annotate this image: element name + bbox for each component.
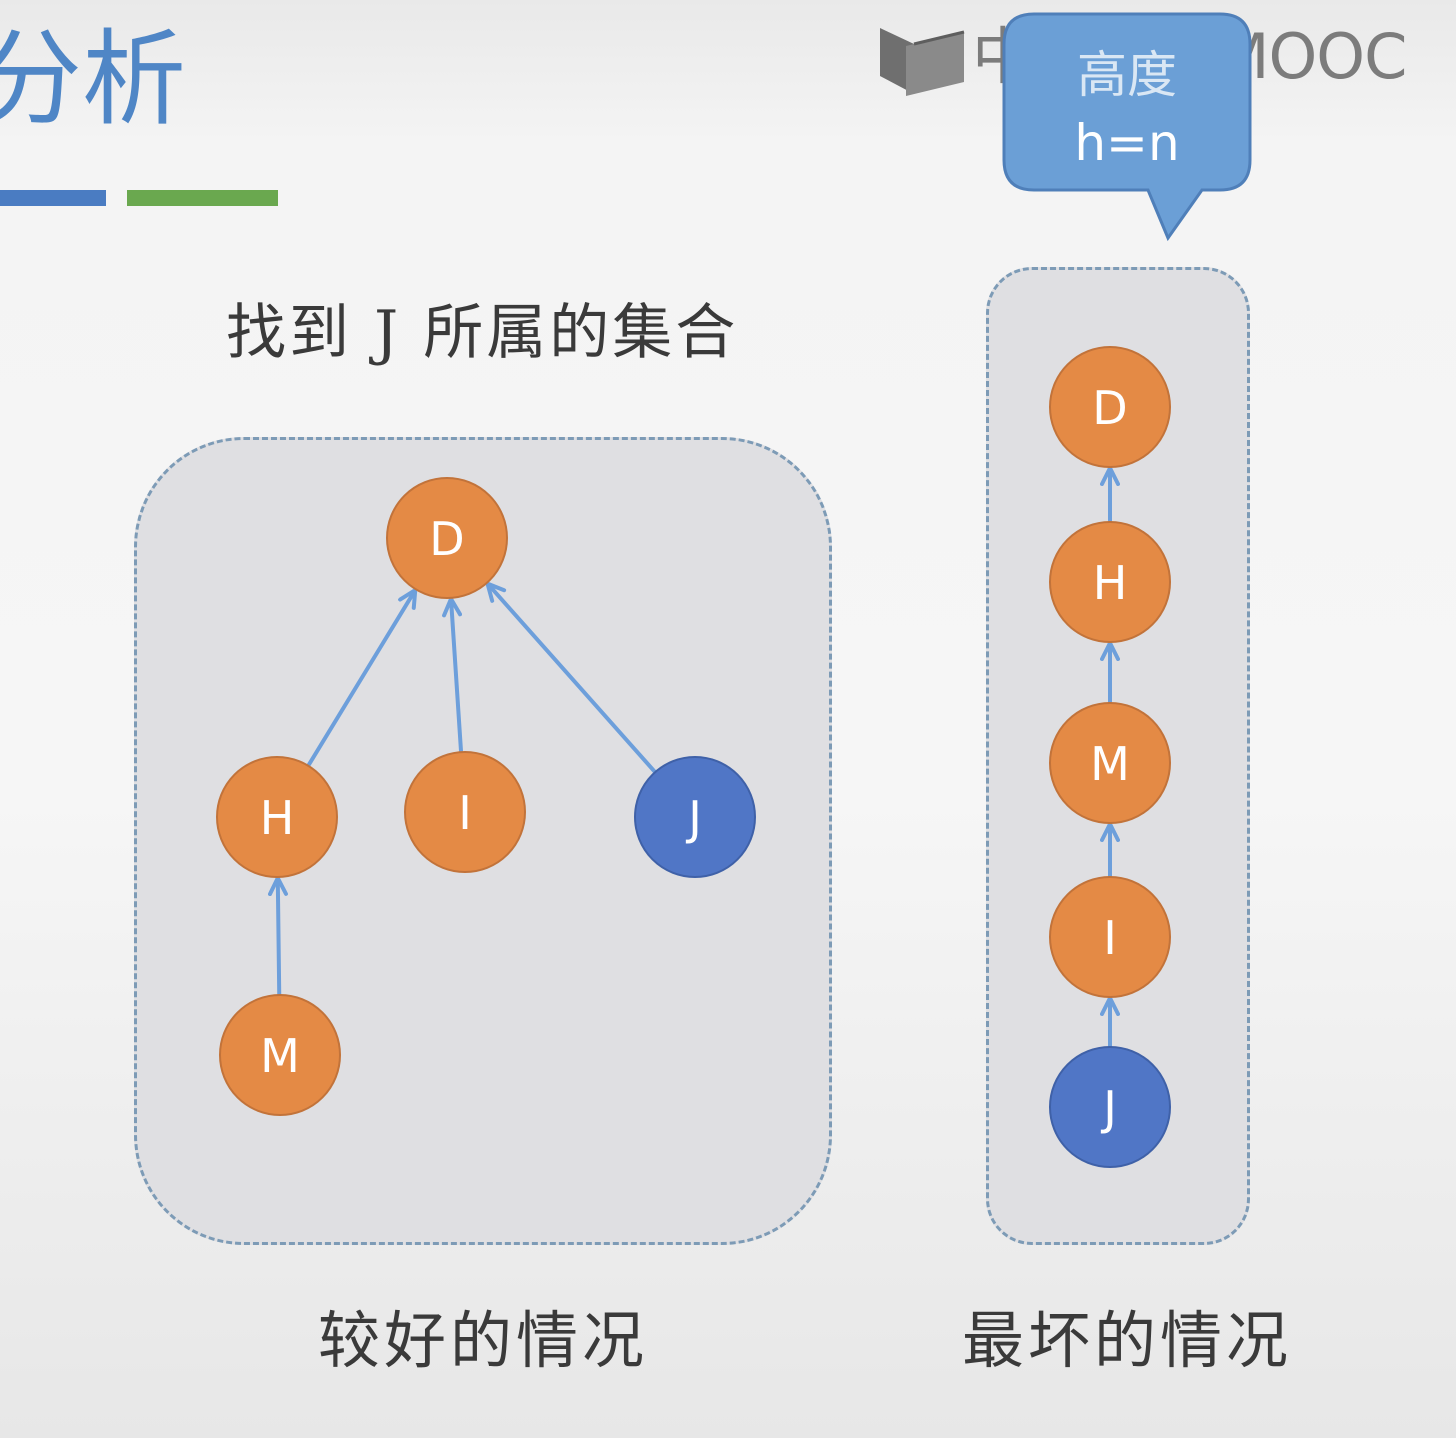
worst-case-chain: D H M I J xyxy=(1049,346,1171,1168)
union-find-diagram: 高度 h=n D H I J M D H M I J xyxy=(216,12,1252,1168)
better-node-label: D xyxy=(429,512,464,566)
better-node-label: H xyxy=(260,791,295,845)
better-edge-i-to-d xyxy=(442,596,464,755)
better-edge-h-to-d xyxy=(306,588,418,768)
better-node-label: I xyxy=(458,786,472,840)
worst-node-label: M xyxy=(1090,737,1130,791)
worst-node-h: H xyxy=(1049,521,1171,643)
worst-node-j: J xyxy=(1049,1046,1171,1168)
worst-node-m: M xyxy=(1049,702,1171,824)
better-node-j: J xyxy=(634,756,756,878)
better-case-tree: D H I J M xyxy=(216,477,756,1116)
worst-node-d: D xyxy=(1049,346,1171,468)
worst-node-i: I xyxy=(1049,876,1171,998)
worst-node-label: D xyxy=(1092,381,1127,435)
better-node-i: I xyxy=(404,751,526,873)
callout-label: 高度 xyxy=(1077,46,1177,104)
better-edge-j-to-d xyxy=(485,581,658,775)
better-edge-m-to-h xyxy=(267,875,288,998)
callout-formula: h=n xyxy=(1074,114,1179,172)
worst-node-label: J xyxy=(1100,1081,1117,1135)
better-node-d: D xyxy=(386,477,508,599)
better-node-label: M xyxy=(260,1029,300,1083)
better-node-label: J xyxy=(685,791,702,845)
better-node-m: M xyxy=(219,994,341,1116)
height-callout: 高度 h=n xyxy=(1002,12,1252,242)
better-node-h: H xyxy=(216,756,338,878)
worst-node-label: H xyxy=(1093,556,1128,610)
worst-node-label: I xyxy=(1103,911,1117,965)
